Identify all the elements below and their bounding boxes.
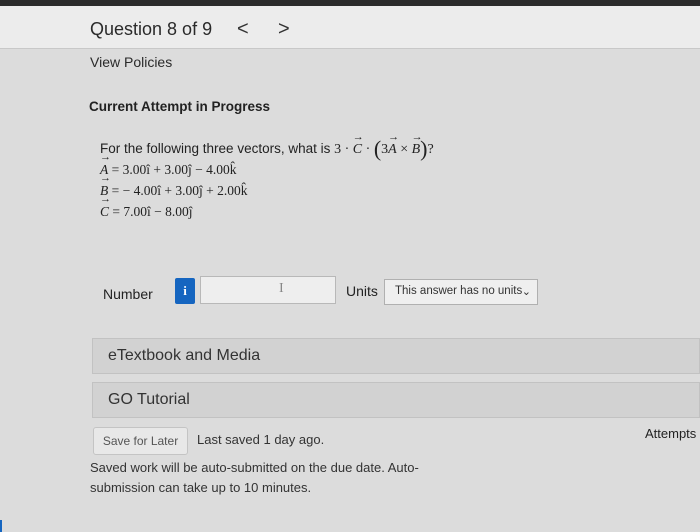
number-label: Number: [103, 286, 153, 302]
question-header: Question 8 of 9 < >: [0, 6, 700, 49]
equation-c: C = 7.00î − 8.00ĵ: [100, 193, 193, 220]
equation-b-rhs: = − 4.00î + 3.00ĵ + 2.00k̂: [111, 183, 248, 198]
prompt-dot-2: ·: [365, 142, 371, 157]
corner-bracket-icon: [0, 520, 8, 532]
prompt-expression: 3 · C · (3A × B)?: [334, 131, 434, 161]
auto-submit-note: Saved work will be auto-submitted on the…: [90, 460, 419, 495]
etextbook-media-button[interactable]: eTextbook and Media: [92, 338, 700, 374]
units-dropdown[interactable]: This answer has no units ⌄: [384, 279, 538, 305]
text-cursor-icon: I: [279, 281, 284, 296]
equation-a-rhs: = 3.00î + 3.00ĵ − 4.00k̂: [111, 162, 237, 177]
prompt-qmark: ?: [427, 142, 434, 157]
chevron-down-icon: ⌄: [521, 286, 531, 298]
previous-question-button[interactable]: <: [237, 18, 249, 41]
prompt-vector-b: B: [412, 131, 421, 158]
question-counter: Question 8 of 9: [90, 19, 213, 39]
current-attempt-heading: Current Attempt in Progress: [89, 99, 271, 114]
equation-c-rhs: = 7.00î − 8.00ĵ: [112, 204, 193, 219]
save-for-later-button[interactable]: Save for Later: [93, 427, 188, 455]
units-label: Units: [346, 283, 378, 299]
prompt-prefix: For the following three vectors, what is: [100, 141, 331, 156]
equation-a: A = 3.00î + 3.00ĵ − 4.00k̂: [100, 151, 237, 178]
question-panel: For the following three vectors, what is…: [90, 122, 700, 262]
view-policies-link[interactable]: View Policies: [90, 54, 172, 70]
prompt-cross: ×: [400, 142, 409, 157]
next-question-button[interactable]: >: [278, 18, 290, 41]
info-icon[interactable]: i: [175, 278, 195, 304]
equation-c-vector: C: [100, 193, 109, 220]
attempts-label: Attempts: [645, 426, 697, 441]
prompt-vector-a: A: [388, 131, 397, 158]
number-input[interactable]: I: [200, 276, 336, 304]
last-saved-status: Last saved 1 day ago.: [197, 432, 325, 447]
equation-b: B = − 4.00î + 3.00ĵ + 2.00k̂: [100, 172, 248, 199]
prompt-coef: 3: [334, 142, 342, 157]
units-selected-value: This answer has no units: [395, 285, 523, 297]
prompt-dot: ·: [344, 142, 350, 157]
prompt-vector-c: C: [353, 131, 363, 158]
go-tutorial-button[interactable]: GO Tutorial: [92, 382, 700, 418]
answer-row: Number i I Units This answer has no unit…: [0, 272, 700, 312]
question-prompt: For the following three vectors, what is…: [100, 131, 434, 162]
